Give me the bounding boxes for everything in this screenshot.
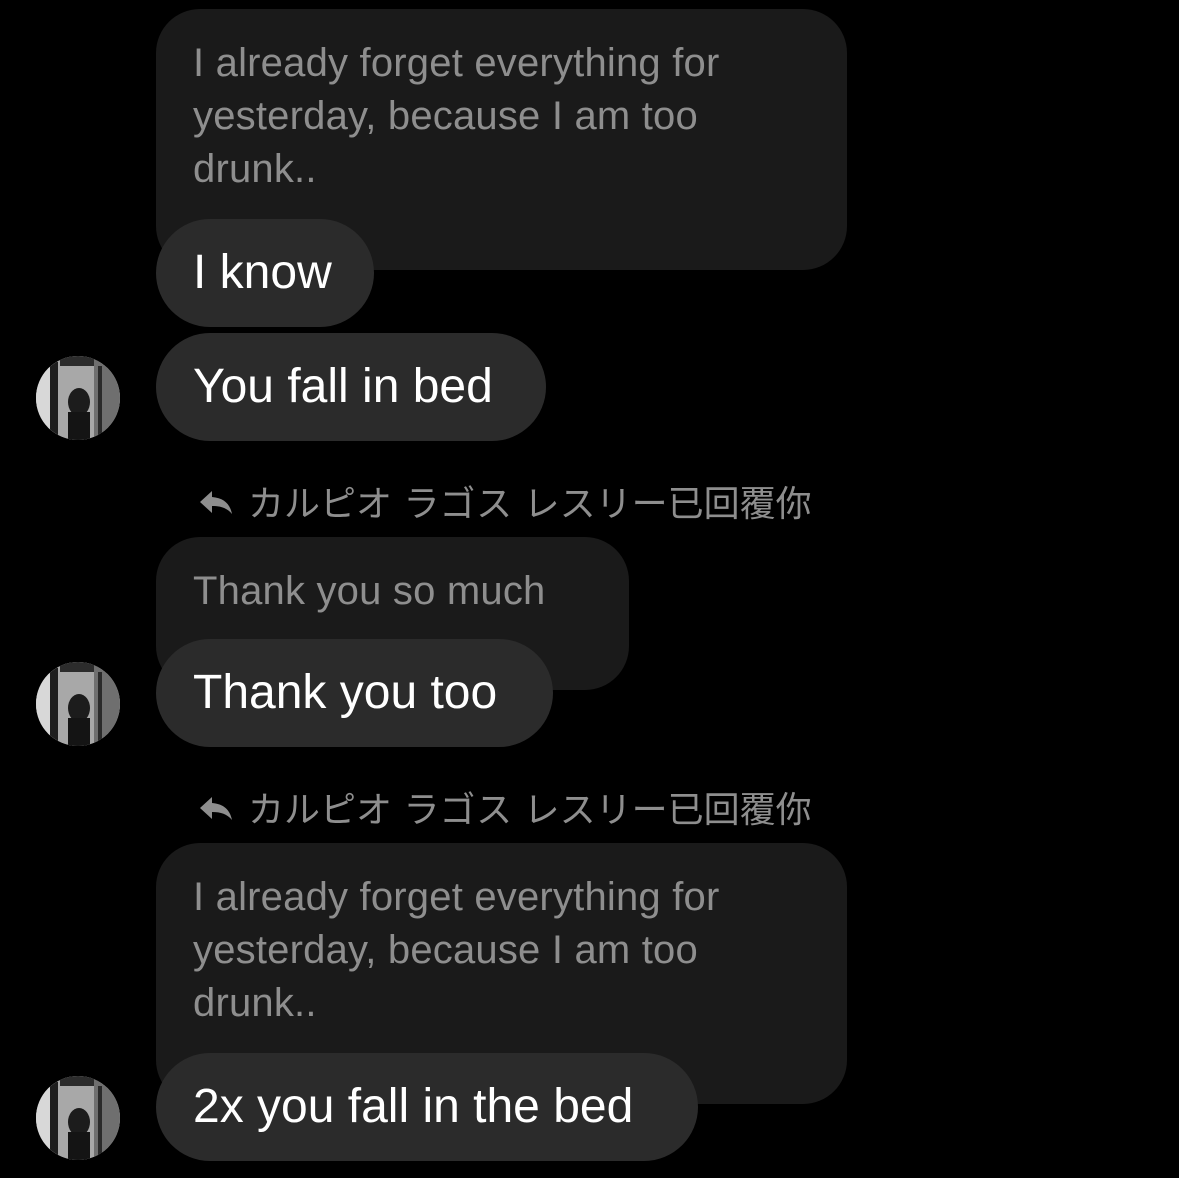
message-bubble[interactable]: Thank you too xyxy=(156,639,553,747)
avatar-photo xyxy=(36,356,120,440)
avatar-photo xyxy=(36,1076,120,1160)
message-text: You fall in bed xyxy=(193,360,493,413)
message-bubble[interactable]: 2x you fall in the bed xyxy=(156,1053,698,1161)
quoted-message-text: Thank you so much xyxy=(193,569,546,613)
message-text: 2x you fall in the bed xyxy=(193,1080,634,1133)
message-bubble[interactable]: You fall in bed xyxy=(156,333,546,441)
reply-label: カルピオ ラゴス レスリー已回覆你 xyxy=(248,484,812,525)
message-text: Thank you too xyxy=(193,666,498,719)
message-text: I know xyxy=(193,246,332,299)
reply-arrow-icon xyxy=(200,797,232,820)
avatar[interactable] xyxy=(36,1076,120,1160)
reply-arrow-icon xyxy=(200,491,232,514)
avatar-photo xyxy=(36,662,120,746)
reply-header: カルピオ ラゴス レスリー已回覆你 xyxy=(196,478,812,525)
quoted-message-text: I already forget everything for yesterda… xyxy=(193,875,720,1025)
avatar[interactable] xyxy=(36,662,120,746)
quoted-message-text: I already forget everything for yesterda… xyxy=(193,41,720,191)
message-thread: I already forget everything for yesterda… xyxy=(0,0,1179,1178)
avatar[interactable] xyxy=(36,356,120,440)
reply-label: カルピオ ラゴス レスリー已回覆你 xyxy=(248,790,812,831)
message-bubble[interactable]: I know xyxy=(156,219,374,327)
reply-header: カルピオ ラゴス レスリー已回覆你 xyxy=(196,784,812,831)
